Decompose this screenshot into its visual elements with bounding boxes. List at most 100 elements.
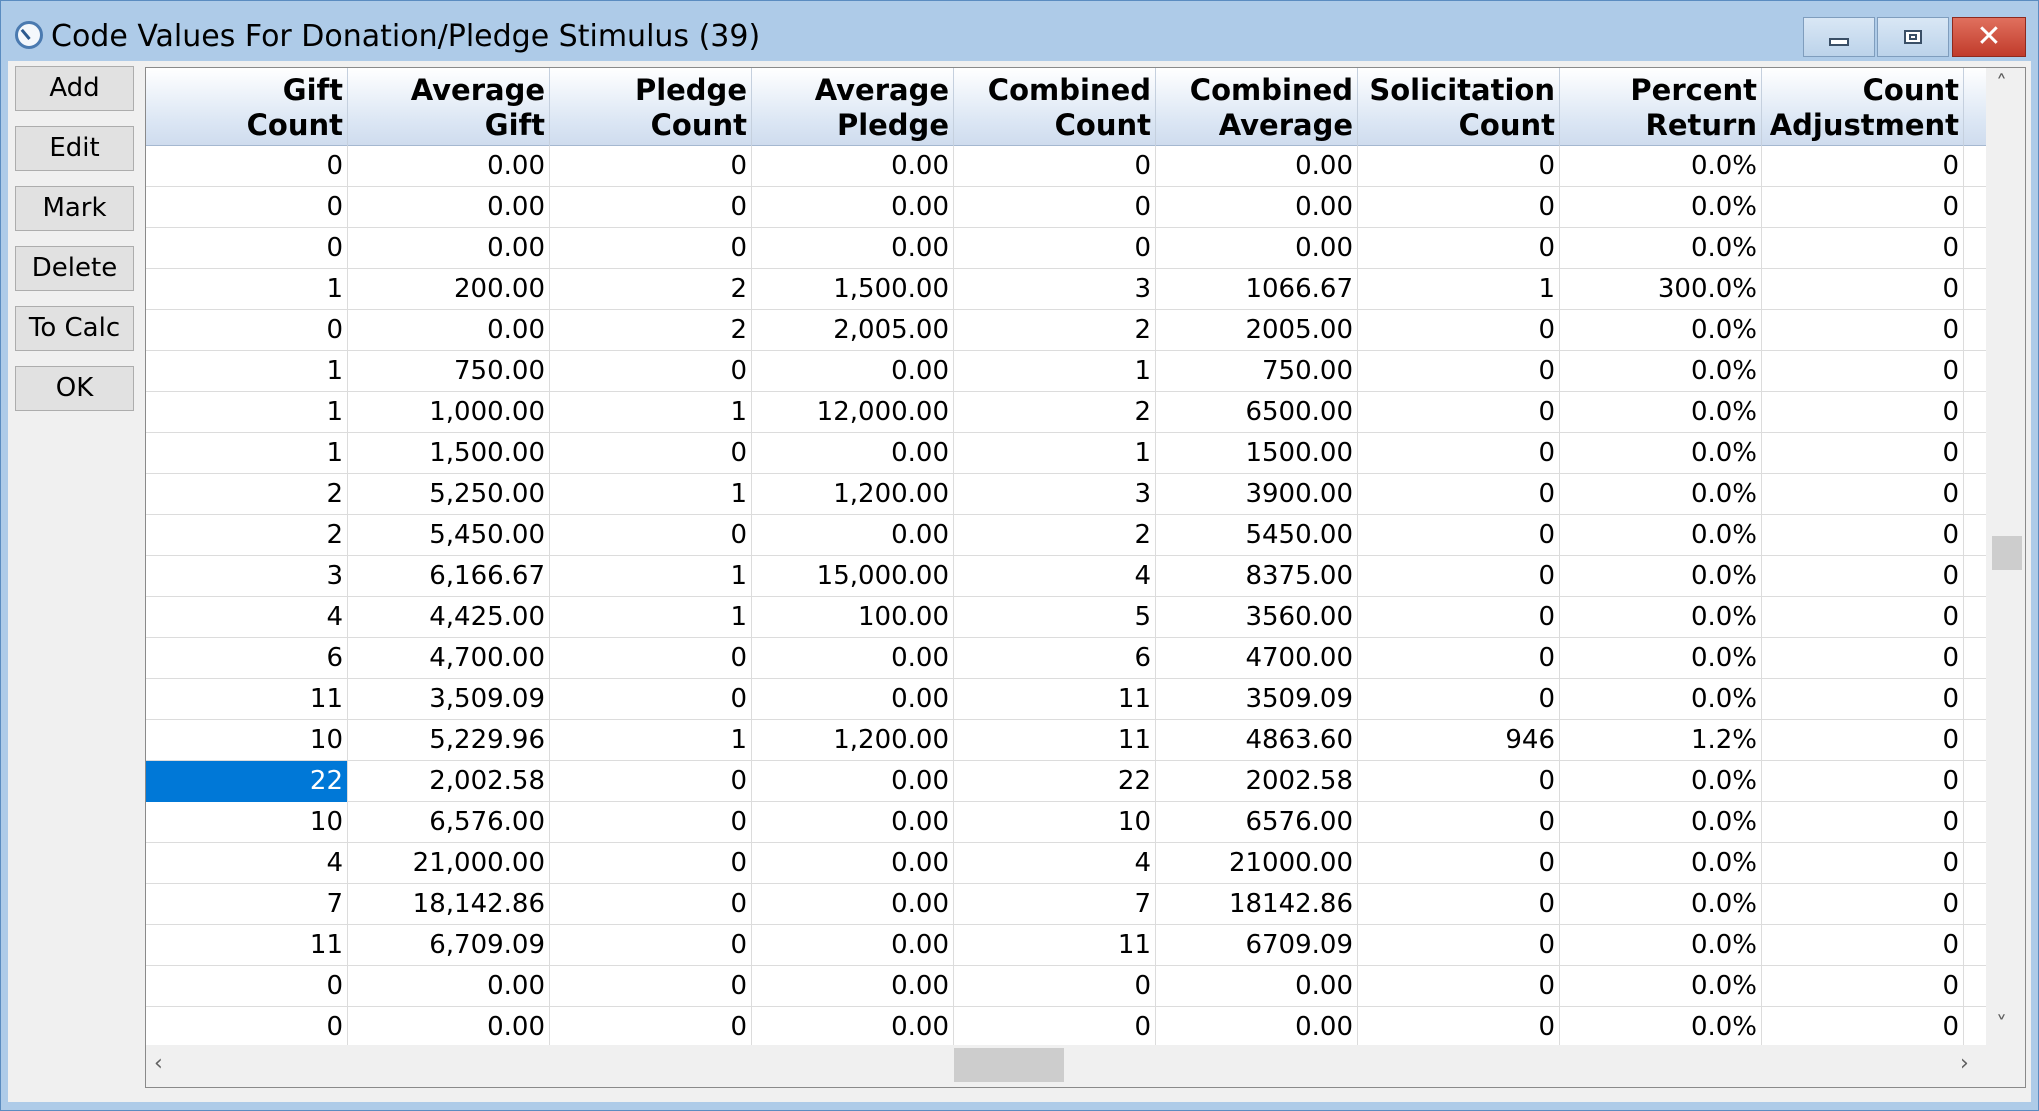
table-cell[interactable]: 5450.00 [1156, 515, 1358, 556]
table-row[interactable]: 1 200.00 2 1,500.00 3 1066.67 1 300.0% 0 [146, 269, 1986, 310]
table-cell[interactable]: 0 [1358, 761, 1560, 802]
table-cell[interactable]: 22 [146, 761, 348, 802]
table-row[interactable]: 0 0.00 0 0.00 0 0.00 0 0.0% 0 [146, 187, 1986, 228]
table-row[interactable]: 7 18,142.86 0 0.00 7 18142.86 0 0.0% 0 [146, 884, 1986, 925]
table-row[interactable]: 0 0.00 0 0.00 0 0.00 0 0.0% 0 [146, 228, 1986, 269]
table-cell[interactable]: 0.0% [1560, 187, 1762, 228]
table-cell[interactable]: 5 [954, 597, 1156, 638]
table-cell[interactable]: 0 [1762, 597, 1964, 638]
table-cell[interactable]: 0.00 [1156, 228, 1358, 269]
table-row[interactable]: 11 3,509.09 0 0.00 11 3509.09 0 0.0% 0 [146, 679, 1986, 720]
table-cell[interactable]: 3900.00 [1156, 474, 1358, 515]
chevron-up-icon[interactable]: ˄ [1996, 72, 2007, 97]
table-cell[interactable]: 4863.60 [1156, 720, 1358, 761]
table-cell[interactable]: 0 [954, 966, 1156, 1007]
table-cell[interactable]: 4 [954, 556, 1156, 597]
table-cell[interactable]: 18,142.86 [348, 884, 550, 925]
table-cell[interactable]: 0 [1358, 351, 1560, 392]
table-cell[interactable]: 0.0% [1560, 884, 1762, 925]
table-cell[interactable]: 1 [146, 351, 348, 392]
table-cell[interactable]: 0.00 [752, 925, 954, 966]
table-cell[interactable]: 0.00 [752, 802, 954, 843]
table-cell[interactable]: 0.00 [348, 228, 550, 269]
table-cell[interactable]: 0.00 [752, 1007, 954, 1048]
table-cell[interactable]: 0 [1358, 474, 1560, 515]
table-cell[interactable]: 0.0% [1560, 638, 1762, 679]
table-cell[interactable]: 0.00 [1156, 187, 1358, 228]
table-cell[interactable]: 1,000.00 [348, 392, 550, 433]
table-row[interactable]: 10 6,576.00 0 0.00 10 6576.00 0 0.0% 0 [146, 802, 1986, 843]
table-cell[interactable]: 0.00 [752, 638, 954, 679]
table-cell[interactable]: 750.00 [348, 351, 550, 392]
table-cell[interactable]: 0 [1762, 310, 1964, 351]
table-cell[interactable]: 0.0% [1560, 966, 1762, 1007]
table-cell[interactable]: 18142.86 [1156, 884, 1358, 925]
table-cell[interactable]: 1066.67 [1156, 269, 1358, 310]
table-row[interactable]: 4 21,000.00 0 0.00 4 21000.00 0 0.0% 0 [146, 843, 1986, 884]
table-cell[interactable]: 300.0% [1560, 269, 1762, 310]
ok-button[interactable]: OK [15, 366, 134, 411]
table-cell[interactable]: 3,509.09 [348, 679, 550, 720]
table-cell[interactable]: 0 [550, 638, 752, 679]
table-cell[interactable]: 0.0% [1560, 310, 1762, 351]
table-cell[interactable]: 5,250.00 [348, 474, 550, 515]
add-button[interactable]: Add [15, 66, 134, 111]
table-cell[interactable]: 0 [550, 966, 752, 1007]
table-row[interactable]: 0 0.00 0 0.00 0 0.00 0 0.0% 0 [146, 966, 1986, 1007]
table-cell[interactable]: 0 [550, 187, 752, 228]
table-cell[interactable]: 11 [146, 679, 348, 720]
table-cell[interactable]: 10 [954, 802, 1156, 843]
column-header[interactable]: Solicitation Count [1358, 68, 1560, 146]
close-button[interactable]: ✕ [1952, 17, 2026, 57]
table-cell[interactable]: 3 [954, 474, 1156, 515]
table-cell[interactable]: 1 [550, 474, 752, 515]
table-cell[interactable]: 1 [954, 433, 1156, 474]
table-cell[interactable]: 0 [1762, 1007, 1964, 1048]
table-cell[interactable]: 0.00 [752, 843, 954, 884]
table-cell[interactable]: 0 [1762, 392, 1964, 433]
table-cell[interactable]: 0 [1762, 556, 1964, 597]
table-cell[interactable]: 1 [146, 269, 348, 310]
table-cell[interactable]: 6709.09 [1156, 925, 1358, 966]
column-header[interactable]: Pledge Count [550, 68, 752, 146]
table-cell[interactable]: 1 [550, 720, 752, 761]
table-cell[interactable]: 0.00 [752, 679, 954, 720]
table-cell[interactable]: 0 [1358, 843, 1560, 884]
table-cell[interactable]: 0 [1358, 1007, 1560, 1048]
table-row[interactable]: 10 5,229.96 1 1,200.00 11 4863.60 946 1.2% 0 [146, 720, 1986, 761]
table-row[interactable]: 2 5,450.00 0 0.00 2 5450.00 0 0.0% 0 [146, 515, 1986, 556]
table-cell[interactable]: 0.00 [752, 433, 954, 474]
table-cell[interactable]: 4 [146, 597, 348, 638]
table-cell[interactable]: 3560.00 [1156, 597, 1358, 638]
table-cell[interactable]: 4,700.00 [348, 638, 550, 679]
table-cell[interactable]: 6500.00 [1156, 392, 1358, 433]
table-cell[interactable]: 0 [1358, 597, 1560, 638]
table-cell[interactable]: 0 [550, 146, 752, 187]
table-row[interactable]: 1 750.00 0 0.00 1 750.00 0 0.0% 0 [146, 351, 1986, 392]
table-cell[interactable]: 0.0% [1560, 843, 1762, 884]
table-cell[interactable]: 1500.00 [1156, 433, 1358, 474]
table-cell[interactable]: 0 [1762, 802, 1964, 843]
table-cell[interactable]: 2002.58 [1156, 761, 1358, 802]
table-row[interactable]: 0 0.00 0 0.00 0 0.00 0 0.0% 0 [146, 1007, 1986, 1048]
table-cell[interactable]: 0.00 [348, 966, 550, 1007]
table-cell[interactable]: 1 [550, 597, 752, 638]
table-cell[interactable]: 0.00 [1156, 966, 1358, 1007]
table-cell[interactable]: 0 [146, 146, 348, 187]
table-cell[interactable]: 0.0% [1560, 556, 1762, 597]
table-cell[interactable]: 3509.09 [1156, 679, 1358, 720]
table-cell[interactable]: 0 [146, 228, 348, 269]
table-cell[interactable]: 200.00 [348, 269, 550, 310]
table-cell[interactable]: 0.0% [1560, 925, 1762, 966]
table-cell[interactable]: 21,000.00 [348, 843, 550, 884]
table-cell[interactable]: 2 [146, 474, 348, 515]
table-cell[interactable]: 7 [146, 884, 348, 925]
delete-button[interactable]: Delete [15, 246, 134, 291]
table-cell[interactable]: 0 [1762, 474, 1964, 515]
table-cell[interactable]: 0 [550, 433, 752, 474]
table-cell[interactable]: 10 [146, 720, 348, 761]
column-header[interactable]: Gift Count [146, 68, 348, 146]
table-row[interactable]: 1 1,500.00 0 0.00 1 1500.00 0 0.0% 0 [146, 433, 1986, 474]
table-cell[interactable]: 0.00 [752, 187, 954, 228]
table-cell[interactable]: 0 [146, 187, 348, 228]
